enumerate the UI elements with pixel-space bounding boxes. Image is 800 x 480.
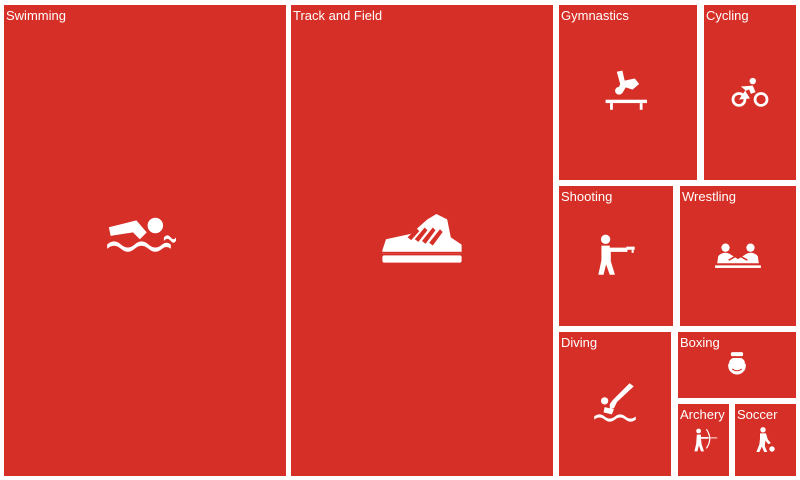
tile-archery[interactable]: Archery	[678, 404, 729, 476]
gymnast-icon	[600, 65, 656, 121]
tile-boxing[interactable]: Boxing	[678, 332, 796, 398]
sneaker-icon	[377, 196, 467, 286]
tile-label: Soccer	[737, 407, 778, 422]
wrestlers-icon	[712, 230, 764, 282]
tile-track-and-field[interactable]: Track and Field	[291, 5, 553, 476]
tile-soccer[interactable]: Soccer	[735, 404, 796, 476]
tile-label: Cycling	[706, 8, 749, 23]
swimmer-icon	[102, 198, 188, 284]
tile-swimming[interactable]: Swimming	[4, 5, 286, 476]
tile-label: Boxing	[680, 335, 720, 350]
cyclist-icon	[727, 70, 773, 116]
tile-wrestling[interactable]: Wrestling	[680, 186, 796, 326]
tile-cycling[interactable]: Cycling	[704, 5, 796, 180]
soccer-player-icon	[751, 425, 781, 455]
tile-diving[interactable]: Diving	[559, 332, 671, 476]
treemap-chart: Swimming Track and Field Gymnastics Cycling…	[0, 0, 800, 480]
tile-label: Swimming	[6, 8, 66, 23]
tile-gymnastics[interactable]: Gymnastics	[559, 5, 697, 180]
tile-label: Archery	[680, 407, 725, 422]
tile-shooting[interactable]: Shooting	[559, 186, 673, 326]
boxer-icon	[720, 348, 754, 382]
tile-label: Wrestling	[682, 189, 736, 204]
diver-icon	[589, 378, 641, 430]
tile-label: Shooting	[561, 189, 613, 204]
tile-label: Diving	[561, 335, 598, 350]
archer-icon	[689, 425, 719, 455]
tile-label: Gymnastics	[561, 8, 629, 23]
tile-label: Track and Field	[293, 8, 383, 23]
shooter-icon	[590, 230, 642, 282]
